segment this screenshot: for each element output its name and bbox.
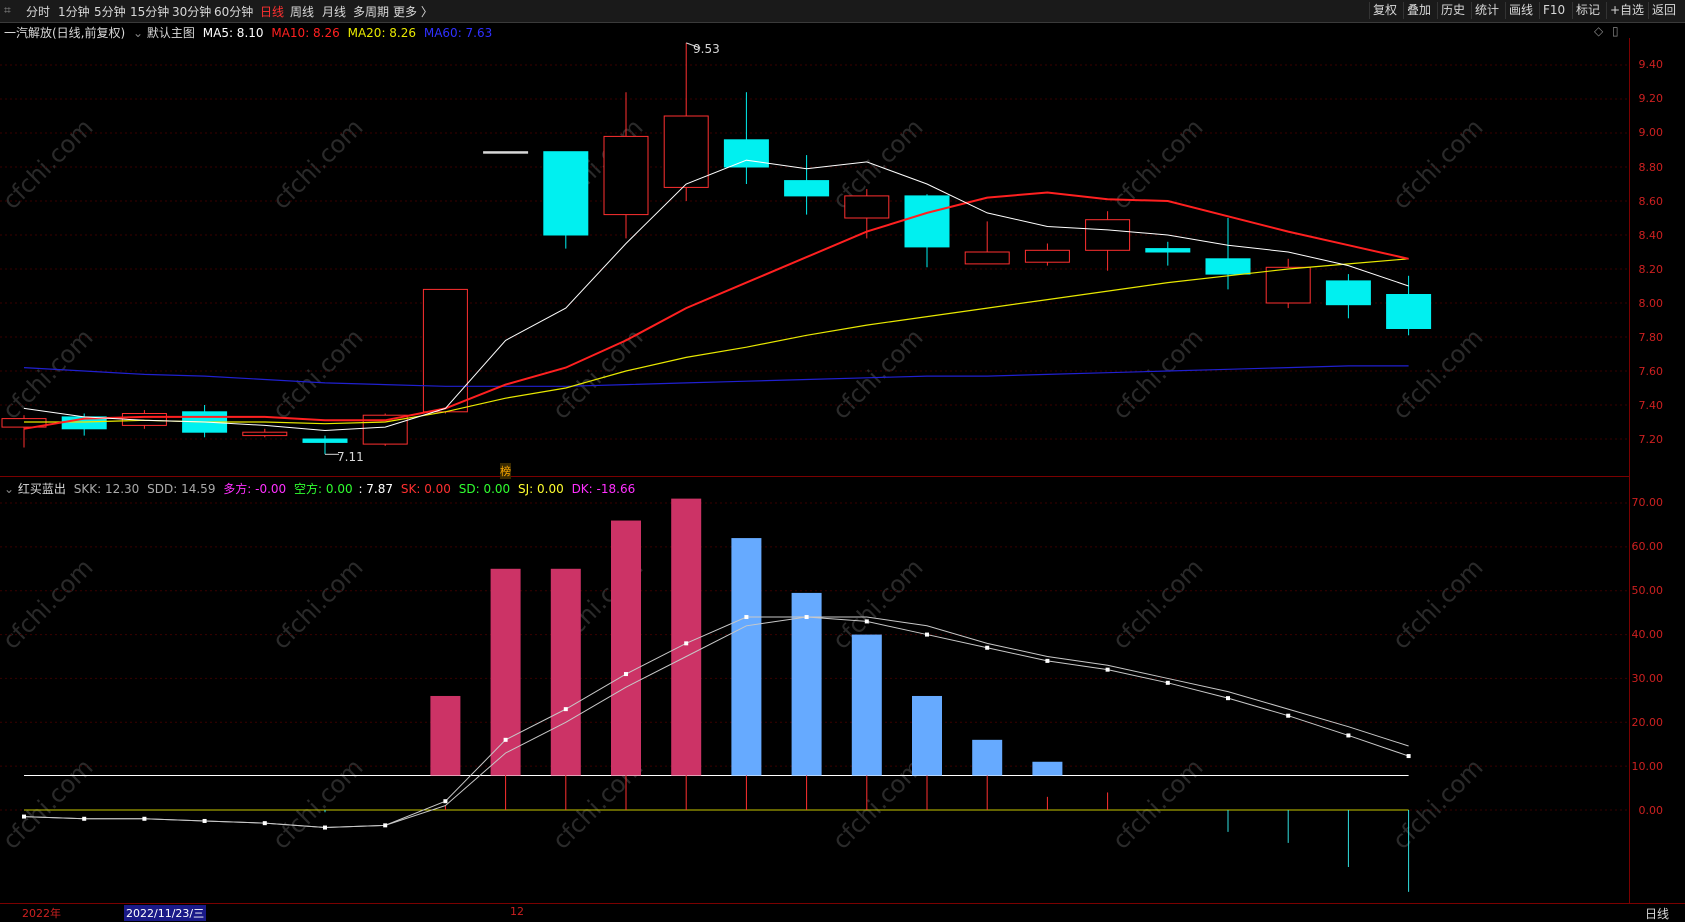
skk-marker: [985, 645, 990, 650]
skk-marker: [1346, 733, 1351, 738]
skk-marker: [1286, 713, 1291, 718]
rank-badge[interactable]: 榜: [500, 463, 511, 479]
skk-marker: [804, 615, 809, 620]
kline-chart-canvas[interactable]: [0, 0, 1685, 921]
indicator-bar: [912, 695, 942, 776]
month-label: 12: [510, 905, 524, 918]
skk-marker: [82, 816, 87, 821]
skk-marker: [563, 707, 568, 712]
indicator-bar: [550, 568, 581, 776]
ma10-line: [23, 191, 1409, 430]
candle-body-up: [844, 195, 890, 219]
skk-marker: [744, 615, 749, 620]
candle-body-down: [723, 139, 769, 168]
candle-body-up: [1024, 249, 1070, 263]
candle-body-down: [1205, 258, 1251, 275]
candle-body-down: [1145, 248, 1191, 253]
skk-marker: [1045, 658, 1050, 663]
candle-body-up: [663, 115, 709, 188]
candle-body-down: [904, 195, 950, 248]
skk-marker: [925, 632, 929, 637]
skk-marker: [864, 619, 869, 624]
candle-body-up: [964, 251, 1010, 265]
candle-body-up: [422, 288, 468, 413]
low-price-annotation: 7.11: [337, 450, 364, 464]
skk-marker: [1105, 667, 1110, 672]
ma20-line: [24, 258, 1409, 425]
skk-marker: [22, 814, 26, 819]
indicator-bar: [1032, 761, 1063, 776]
candle-body-down: [1386, 294, 1432, 329]
indicator-bar: [731, 538, 762, 776]
candle-body-up: [603, 135, 649, 216]
high-price-annotation: 9.53: [693, 42, 720, 56]
candle-body-up: [242, 431, 288, 437]
skk-marker: [1165, 680, 1170, 685]
skk-marker: [262, 821, 267, 826]
period-label[interactable]: 日线: [1645, 905, 1669, 922]
year-label: 2022年: [22, 907, 61, 920]
indicator-bar: [490, 568, 521, 776]
candle-body-up: [1085, 219, 1131, 251]
indicator-bar: [671, 498, 702, 776]
indicator-bar: [611, 520, 641, 776]
skk-marker: [202, 818, 207, 823]
skk-marker: [323, 825, 327, 830]
indicator-bar: [851, 634, 882, 776]
cursor-date-label: 2022/11/23/三: [124, 905, 207, 921]
indicator-bar: [430, 695, 461, 776]
candle-body-down: [543, 151, 589, 236]
skk-marker: [503, 737, 508, 742]
skk-marker: [443, 799, 448, 804]
skk-marker: [1406, 754, 1411, 759]
ma60-line: [23, 365, 1409, 387]
candle-body-up: [1265, 266, 1311, 304]
indicator-bar: [972, 739, 1003, 776]
skk-marker: [142, 816, 147, 821]
skk-marker: [684, 641, 689, 646]
skk-marker: [383, 823, 388, 828]
indicator-bar: [791, 592, 822, 776]
skk-marker: [1226, 696, 1230, 701]
candle-body-down: [483, 151, 529, 154]
skk-marker: [624, 672, 628, 677]
candle-body-down: [1325, 280, 1371, 306]
time-axis: 2022年 2022/11/23/三 12 日线: [0, 903, 1685, 922]
candle-body-down: [302, 438, 348, 443]
candle-body-down: [784, 180, 830, 197]
